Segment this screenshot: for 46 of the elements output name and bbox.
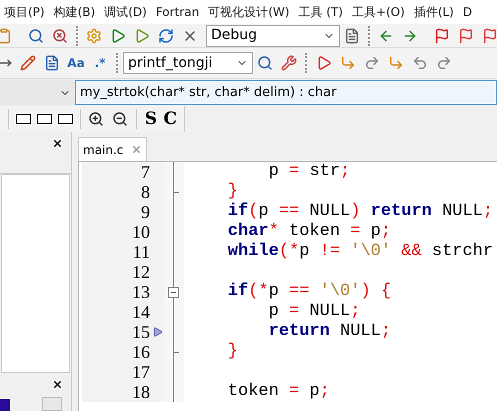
code-line: char* token = p;	[226, 222, 392, 242]
line-number: 15	[132, 320, 150, 344]
color-swatch	[0, 399, 10, 411]
line-number: 10	[132, 220, 150, 244]
line-number: 11	[132, 240, 150, 264]
s-button[interactable]: S	[141, 107, 161, 131]
line-number: 17	[132, 360, 150, 384]
line-number: 13	[132, 280, 150, 304]
menu-item[interactable]: D	[462, 3, 472, 21]
line-number: 8	[141, 180, 150, 204]
code-line: if(*p == '\0') {	[226, 282, 392, 302]
symbol-field[interactable]: my_strtok(char* str, char* delim) : char	[75, 80, 497, 105]
line-number: 9	[141, 200, 150, 224]
build-target-combo[interactable]: Debug	[206, 24, 340, 46]
frame-icon[interactable]	[58, 114, 73, 124]
menu-item[interactable]: 插件(L)	[414, 3, 454, 21]
line-number: 12	[132, 260, 150, 284]
menu-item[interactable]: 调试(D)	[104, 3, 147, 21]
line-number: 7	[141, 162, 150, 184]
function-combo[interactable]: printf_tongji	[123, 52, 253, 74]
line-number: 14	[132, 300, 150, 324]
menu-item[interactable]: 工具+(O)	[352, 3, 405, 21]
code-line: }	[226, 342, 238, 362]
code-line: return NULL;	[268, 322, 392, 342]
menu-item[interactable]: 可视化设计(W)	[208, 3, 290, 21]
match-case-toggle[interactable]: Aa	[64, 51, 88, 75]
frame-icon[interactable]	[16, 114, 31, 124]
close-icon[interactable]	[52, 378, 63, 390]
menu-item[interactable]: Fortran	[156, 3, 200, 21]
code-line: }	[226, 182, 238, 202]
code-line: while(*p != '\0' && strchr	[226, 242, 494, 262]
file-tab[interactable]: main.c	[78, 137, 148, 161]
line-number: 16	[132, 340, 150, 364]
menu-item[interactable]: 工具 (T)	[298, 3, 343, 21]
code-line: token = p;	[226, 382, 330, 402]
frame-icon[interactable]	[36, 114, 52, 124]
fold-toggle[interactable]	[168, 287, 179, 298]
regex-toggle[interactable]: .*	[88, 51, 112, 75]
code-line: p = NULL;	[268, 302, 360, 322]
menu-item[interactable]: 构建(B)	[54, 3, 96, 21]
code-line: p = str;	[268, 162, 350, 182]
menu-item[interactable]: 项目(P)	[4, 3, 45, 21]
code-line: if(p == NULL) return NULL;	[226, 202, 494, 222]
c-button[interactable]: C	[160, 107, 180, 131]
line-number: 18	[132, 380, 150, 404]
close-icon[interactable]	[52, 138, 63, 148]
